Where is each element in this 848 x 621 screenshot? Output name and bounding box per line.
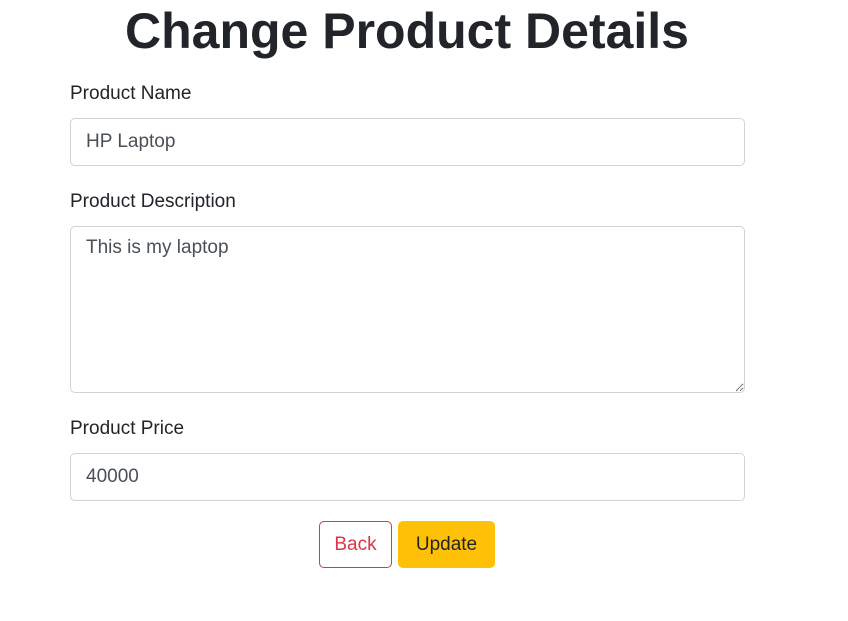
form-actions: Back Update [319, 521, 495, 568]
page-title: Change Product Details [125, 3, 689, 59]
product-description-textarea[interactable]: This is my laptop [70, 226, 745, 393]
product-edit-page: Change Product Details Product Name Prod… [0, 0, 848, 621]
product-name-label: Product Name [70, 83, 192, 104]
update-button[interactable]: Update [398, 521, 495, 568]
product-price-group: Product Price [70, 415, 745, 501]
product-name-group: Product Name [70, 80, 745, 166]
product-description-label: Product Description [70, 191, 236, 212]
back-button[interactable]: Back [319, 521, 392, 568]
product-price-input[interactable] [70, 453, 745, 501]
product-price-label: Product Price [70, 418, 185, 439]
product-name-input[interactable] [70, 118, 745, 166]
product-description-group: Product Description This is my laptop [70, 188, 745, 393]
